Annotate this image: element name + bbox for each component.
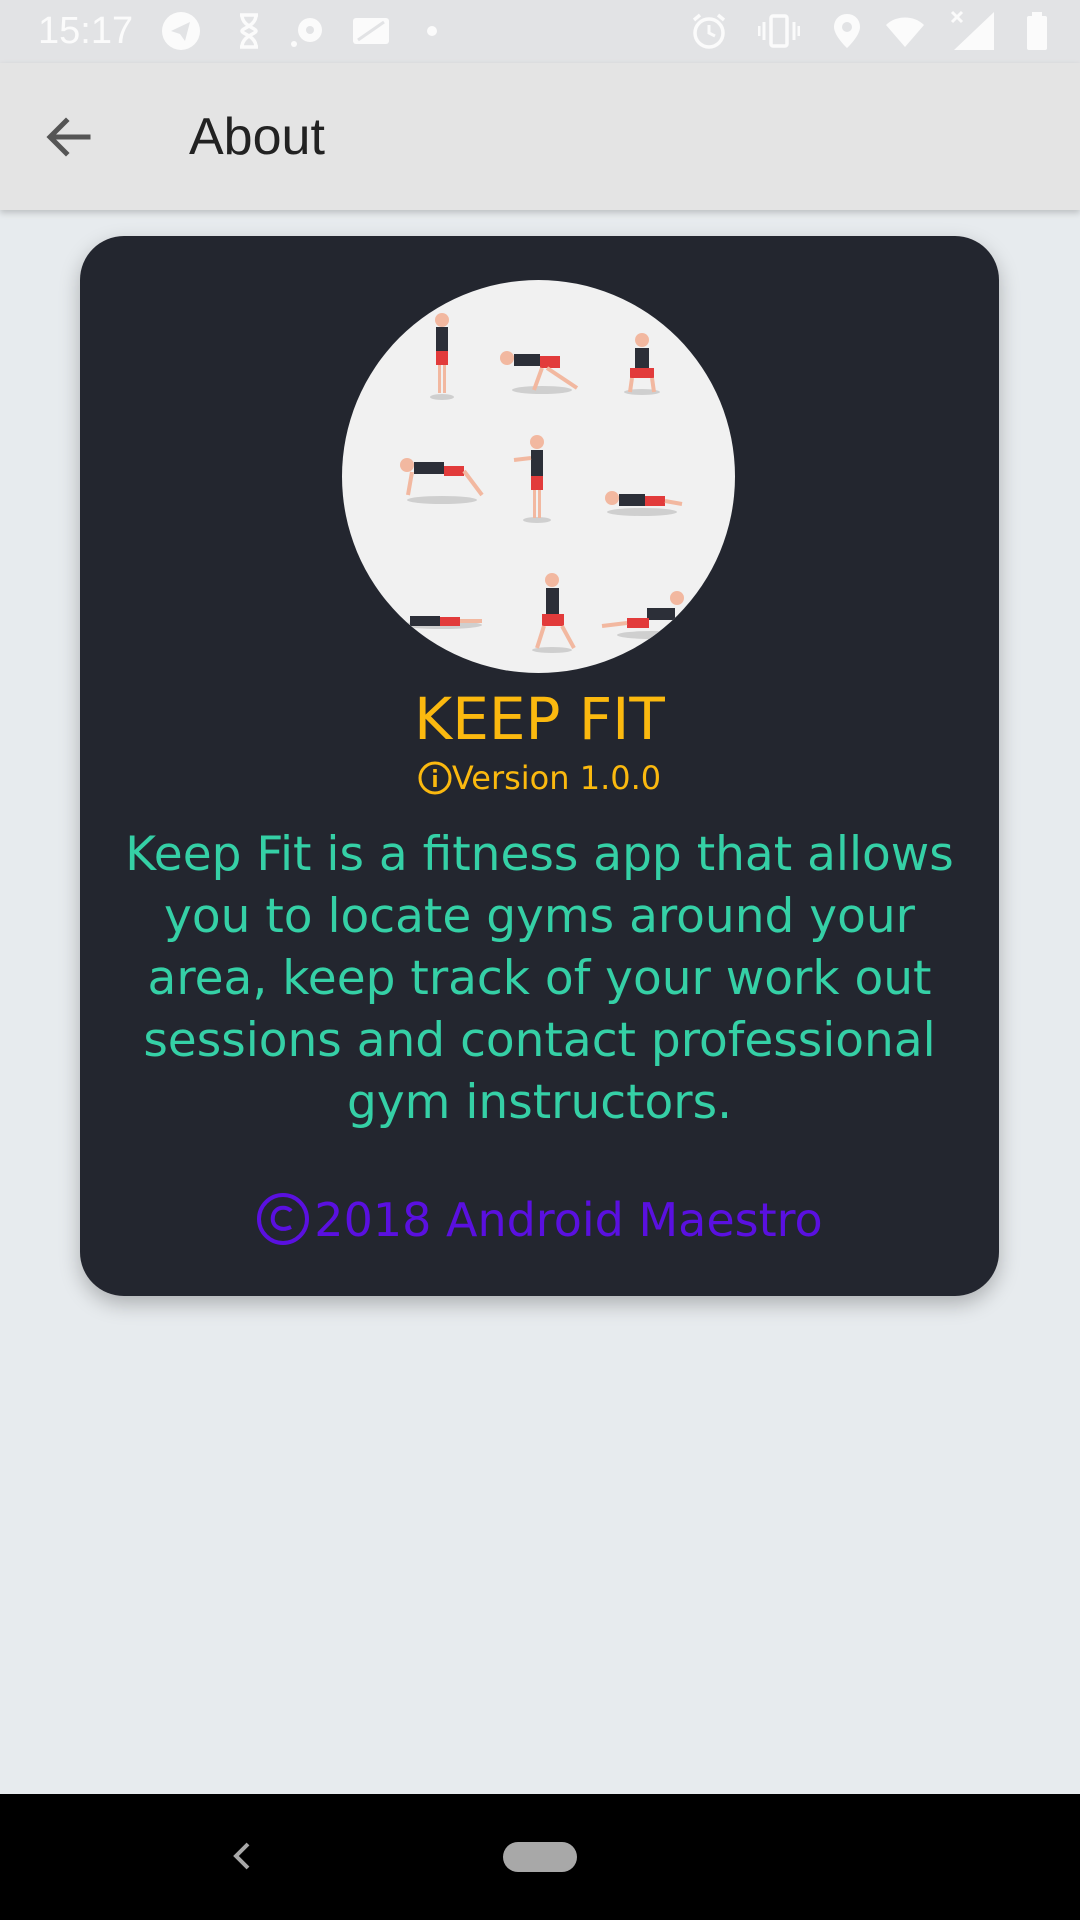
status-bar: 15:17 bbox=[0, 0, 1080, 63]
hourglass-icon bbox=[240, 13, 258, 49]
copyright-icon bbox=[257, 1193, 310, 1245]
system-nav-bar bbox=[0, 1794, 1080, 1920]
copyright-row: 2018 Android Maestro bbox=[80, 1190, 999, 1250]
dot-icon bbox=[427, 26, 437, 36]
page-title: About bbox=[189, 108, 325, 166]
telegram-icon bbox=[162, 12, 200, 50]
version-row: Version 1.0.0 bbox=[80, 757, 999, 799]
wifi-icon bbox=[886, 17, 924, 47]
status-time: 15:17 bbox=[38, 10, 134, 52]
location-icon bbox=[834, 14, 860, 48]
app-bar: About bbox=[0, 63, 1080, 210]
signal-icon bbox=[950, 10, 994, 50]
alarm-icon bbox=[692, 13, 726, 49]
app-name: KEEP FIT bbox=[414, 685, 665, 753]
screen-icon bbox=[353, 18, 389, 44]
arrow-back-icon[interactable] bbox=[42, 110, 96, 164]
app-description: Keep Fit is a fitness app that allows yo… bbox=[125, 827, 954, 1130]
exercise-figures-illustration bbox=[400, 313, 687, 653]
version-text: Version 1.0.0 bbox=[451, 759, 662, 797]
app-logo bbox=[342, 280, 735, 673]
vibrate-icon bbox=[758, 14, 800, 48]
nav-home-pill[interactable] bbox=[503, 1842, 577, 1872]
nav-back-icon[interactable] bbox=[220, 1834, 264, 1878]
info-icon bbox=[418, 761, 452, 795]
battery-icon bbox=[1027, 12, 1047, 50]
cast-icon bbox=[291, 18, 322, 47]
copyright-text: 2018 Android Maestro bbox=[314, 1193, 823, 1247]
about-card: KEEP FIT Version 1.0.0 Keep Fit is a fit… bbox=[80, 236, 999, 1296]
